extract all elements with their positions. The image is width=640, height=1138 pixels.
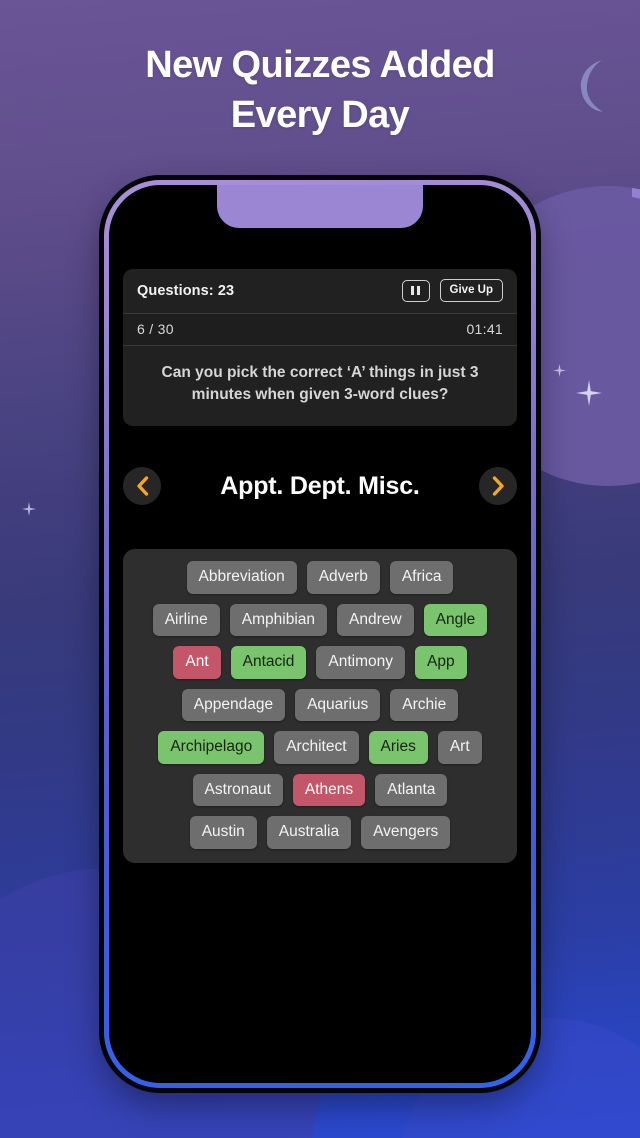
timer-value: 01:41 (466, 321, 503, 337)
answer-tile[interactable]: Abbreviation (186, 561, 297, 594)
headline-line-1: New Quizzes Added (145, 44, 495, 86)
quiz-question-text: Can you pick the correct ‘A’ things in j… (161, 364, 479, 403)
quiz-progress-row: 6 / 30 01:41 (123, 314, 517, 346)
quiz-header-controls: Give Up (401, 279, 503, 302)
answer-row: Appendage Aquarius Archie (131, 688, 509, 721)
answer-tile[interactable]: Atlanta (375, 773, 448, 806)
answer-tile[interactable]: Athens (292, 773, 366, 806)
phone-notch (217, 185, 423, 228)
headline-line-2: Every Day (230, 94, 410, 137)
answer-tile[interactable]: Africa (389, 561, 454, 594)
answer-tile[interactable]: Antacid (230, 646, 307, 679)
answer-tile[interactable]: Art (437, 731, 482, 764)
answer-tile[interactable]: Australia (266, 816, 352, 849)
questions-count-label: Questions: 23 (137, 282, 235, 299)
chevron-left-icon[interactable] (123, 467, 161, 505)
answer-row: Archipelago Architect Aries Art (131, 731, 509, 764)
answer-tile[interactable]: Avengers (361, 816, 451, 849)
answer-tile[interactable]: Airline (152, 603, 220, 636)
page-title: New Quizzes Added Every Day (0, 40, 640, 140)
answer-grid-panel: Abbreviation Adverb Africa Airline Amphibian… (123, 549, 517, 863)
quiz-header-card: Questions: 23 Give Up 6 / 30 01:41 Can y… (123, 269, 517, 426)
sparkle-icon (576, 380, 602, 406)
answer-row: Abbreviation Adverb Africa (131, 561, 509, 594)
answer-tile[interactable]: Archipelago (158, 731, 265, 764)
pause-bar-right (416, 286, 420, 295)
give-up-button[interactable]: Give Up (439, 279, 503, 302)
answer-row: Astronaut Athens Atlanta (131, 773, 509, 806)
answer-tile[interactable]: App (415, 646, 467, 679)
clue-title: Appt. Dept. Misc. (220, 471, 420, 500)
answer-row: Airline Amphibian Andrew Angle (131, 603, 509, 636)
answer-tile[interactable]: Amphibian (229, 603, 328, 636)
sparkle-icon (553, 364, 566, 377)
answer-tile[interactable]: Angle (423, 603, 488, 636)
answer-tile[interactable]: Antimony (316, 646, 405, 679)
answer-tile[interactable]: Archie (390, 688, 459, 721)
answer-tile[interactable]: Appendage (181, 688, 286, 721)
answer-tile[interactable]: Aquarius (295, 688, 381, 721)
answer-row: Austin Australia Avengers (131, 816, 509, 849)
answer-tile[interactable]: Austin (189, 816, 257, 849)
clue-navigation: Appt. Dept. Misc. (123, 467, 517, 505)
quiz-header-top-row: Questions: 23 Give Up (123, 269, 517, 314)
chevron-right-icon[interactable] (479, 467, 517, 505)
phone-mockup-frame: Questions: 23 Give Up 6 / 30 01:41 Can y… (104, 180, 536, 1088)
pause-bar-left (411, 286, 415, 295)
answer-tile[interactable]: Astronaut (192, 773, 283, 806)
sparkle-icon (22, 502, 36, 516)
answer-tile[interactable]: Ant (173, 646, 221, 679)
answer-row: Ant Antacid Antimony App (131, 646, 509, 679)
answer-tile[interactable]: Adverb (306, 561, 380, 594)
answer-tile[interactable]: Aries (368, 731, 428, 764)
answer-tile[interactable]: Architect (274, 731, 359, 764)
answer-tile[interactable]: Andrew (337, 603, 414, 636)
progress-count: 6 / 30 (137, 321, 174, 337)
pause-icon[interactable] (401, 279, 430, 302)
phone-screen: Questions: 23 Give Up 6 / 30 01:41 Can y… (109, 185, 531, 1083)
